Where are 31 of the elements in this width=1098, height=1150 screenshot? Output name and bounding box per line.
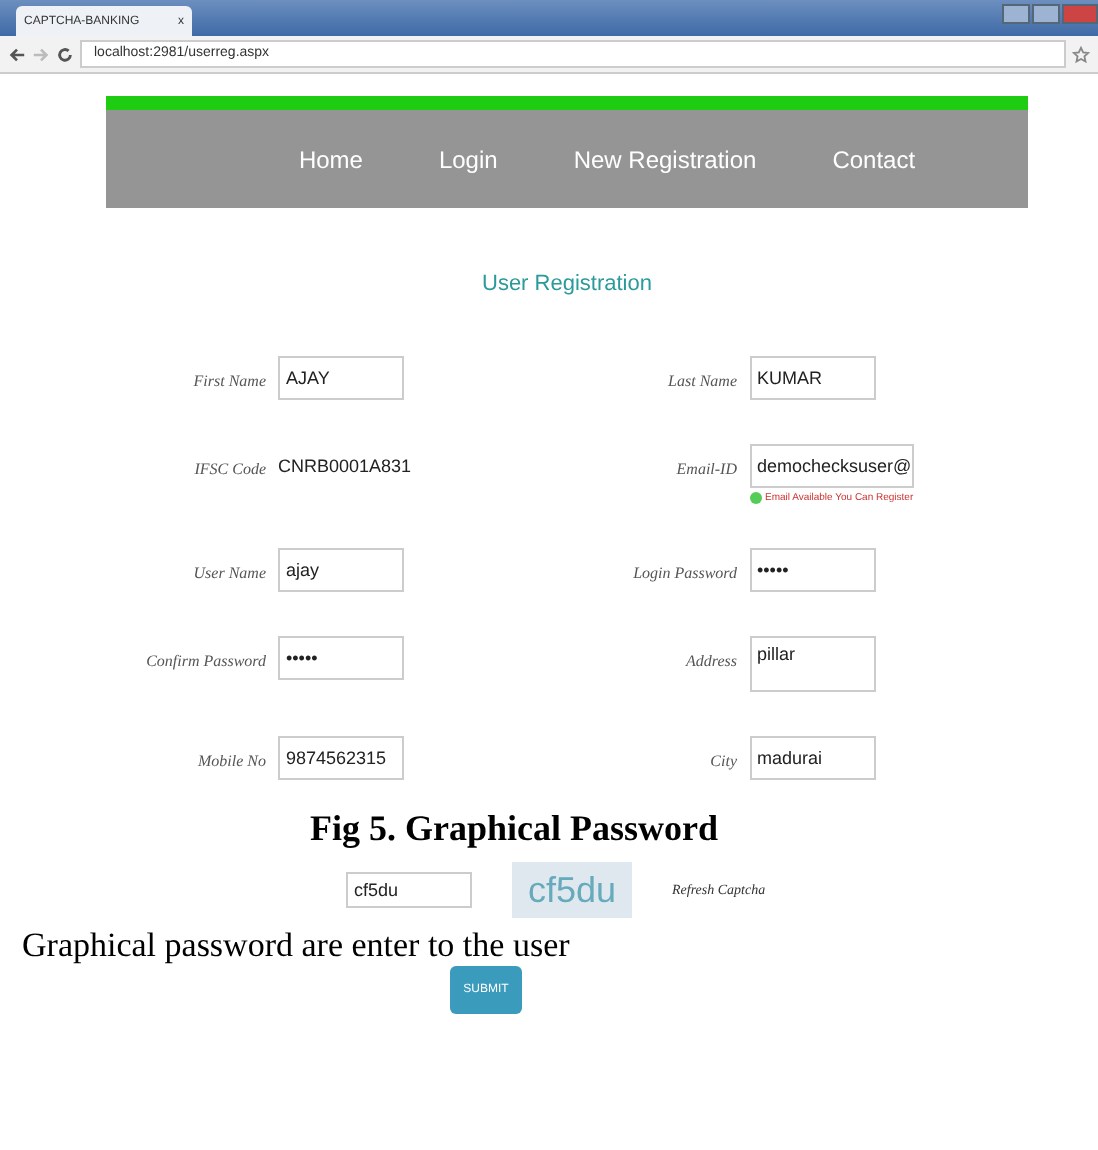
captcha-image: cf5du (512, 862, 632, 918)
figure-caption: Fig 5. Graphical Password (307, 808, 720, 850)
field-label: Mobile No (196, 752, 266, 770)
input-field[interactable]: AJAY (278, 356, 404, 400)
input-field[interactable]: madurai (749, 736, 875, 780)
input-field[interactable]: 9874562315 (278, 736, 404, 780)
textarea-field[interactable]: pillar (749, 636, 875, 692)
input-field[interactable]: ••••• (749, 548, 875, 592)
input-field[interactable]: KUMAR (749, 356, 875, 400)
field-label: First Name (191, 372, 266, 390)
field-label: Confirm Password (144, 652, 266, 670)
field-label: Login Password (631, 564, 737, 582)
field-label: User Name (191, 564, 266, 582)
field-value: CNRB0001A831 (278, 456, 412, 476)
field-label: Last Name (666, 372, 737, 390)
field-label: City (708, 752, 737, 770)
captcha-field[interactable]: cf5du (346, 872, 472, 908)
minimize-icon[interactable] (1002, 4, 1030, 24)
form-heading: User Registration (480, 272, 654, 296)
field-label: Email-ID (674, 460, 737, 478)
forward-icon[interactable] (32, 45, 50, 63)
input-field[interactable]: ajay (278, 548, 404, 592)
reload-icon[interactable] (56, 45, 74, 63)
paragraph-text: Graphical password are enter to the user (22, 926, 572, 966)
input-field[interactable]: ••••• (278, 636, 404, 680)
field-label: IFSC Code (192, 460, 266, 478)
field-label: Address (683, 652, 737, 670)
back-icon[interactable] (8, 45, 26, 63)
maximize-icon[interactable] (1032, 4, 1060, 24)
input-field[interactable]: demochecksuser@ (749, 444, 914, 488)
star-icon[interactable] (1072, 45, 1090, 63)
